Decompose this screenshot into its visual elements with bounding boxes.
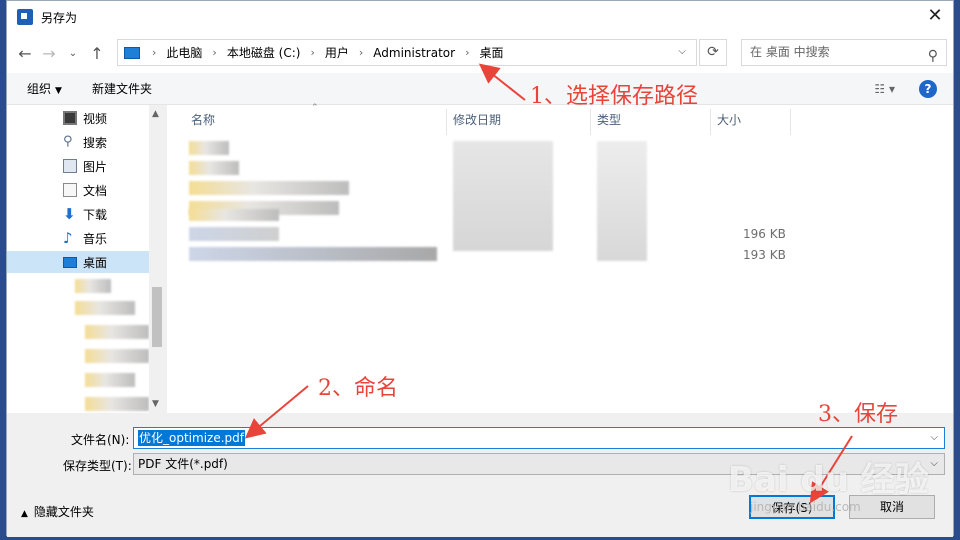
breadcrumb-users[interactable]: 用户 <box>325 44 349 61</box>
column-header-name[interactable]: 名称 <box>185 109 447 135</box>
blurred-item <box>85 373 135 387</box>
new-folder-button[interactable]: 新建文件夹 <box>92 80 152 97</box>
chevron-down-icon[interactable]: ⌵ <box>930 454 938 474</box>
close-icon[interactable]: ✕ <box>925 7 945 27</box>
annotation-step1: 1、选择保存路径 <box>530 84 698 109</box>
title-bar: 另存为 ✕ <box>7 1 953 33</box>
app-icon <box>17 9 33 25</box>
help-icon[interactable]: ? <box>919 80 937 98</box>
navigation-bar: ← → ⌄ ↑ › 此电脑 › 本地磁盘 (C:) › 用户 › Adminis… <box>7 33 953 73</box>
desktop-icon <box>63 256 77 268</box>
blurred-file-row[interactable] <box>189 209 279 221</box>
toolbar: 组织 ▼ 新建文件夹 ☷ ▾ ? <box>7 73 953 105</box>
nav-item-videos[interactable]: 视频 <box>63 107 107 129</box>
search-placeholder: 在 桌面 中搜索 <box>750 45 830 59</box>
blurred-file-row[interactable] <box>189 161 239 175</box>
breadcrumb-desktop[interactable]: 桌面 <box>479 44 503 61</box>
view-options-icon[interactable]: ☷ ▾ <box>874 82 895 96</box>
blurred-file-row[interactable] <box>189 247 437 261</box>
file-size: 193 KB <box>743 248 786 262</box>
file-list: ⌃ 名称 修改日期 类型 大小 196 KB 193 KB <box>167 103 953 413</box>
nav-label: 图片 <box>83 159 108 174</box>
nav-label: 音乐 <box>83 231 108 246</box>
caret-down-icon: ▼ <box>55 86 62 96</box>
window-title: 另存为 <box>41 10 78 25</box>
filetype-value: PDF 文件(*.pdf) <box>138 457 228 471</box>
breadcrumb-this-pc[interactable]: 此电脑 <box>166 44 202 61</box>
scrollbar-thumb[interactable] <box>152 287 162 347</box>
filename-field[interactable]: 优化_optimize.pdf ⌵ <box>133 427 945 449</box>
nav-label: 下载 <box>83 207 108 222</box>
hide-folders-toggle[interactable]: ▲ 隐藏文件夹 <box>21 503 94 520</box>
hide-folders-label: 隐藏文件夹 <box>33 505 94 519</box>
chevron-down-icon[interactable]: ⌵ <box>930 428 938 448</box>
annotation-step3: 3、保存 <box>818 402 898 427</box>
search-icon[interactable]: ⚲ <box>928 44 938 69</box>
blurred-file-row[interactable] <box>189 227 279 241</box>
chevron-right-icon[interactable]: › <box>359 46 363 59</box>
chevron-right-icon[interactable]: › <box>152 46 156 59</box>
blurred-item <box>75 301 135 315</box>
blurred-item <box>85 397 149 411</box>
address-dropdown-icon[interactable]: ⌵ <box>678 46 686 57</box>
organize-label: 组织 <box>27 82 52 96</box>
blurred-item <box>85 325 149 339</box>
column-header-size[interactable]: 大小 <box>711 109 791 135</box>
nav-scrollbar[interactable]: ▲ ▼ <box>149 105 165 413</box>
chevron-right-icon[interactable]: › <box>212 46 216 59</box>
column-header-date[interactable]: 修改日期 <box>447 109 591 135</box>
computer-icon <box>124 46 140 59</box>
nav-label: 桌面 <box>83 255 108 270</box>
music-icon: ♪ <box>63 229 73 247</box>
blurred-type-column <box>597 141 647 261</box>
blurred-date-column <box>453 141 553 251</box>
scroll-down-icon[interactable]: ▼ <box>152 399 159 409</box>
nav-label: 文档 <box>83 183 108 198</box>
filename-value[interactable]: 优化_optimize.pdf <box>138 430 245 446</box>
download-icon: ⬇ <box>63 205 76 223</box>
nav-item-pictures[interactable]: 图片 <box>63 155 107 177</box>
chevron-right-icon[interactable]: › <box>310 46 314 59</box>
column-header-type[interactable]: 类型 <box>591 109 711 135</box>
nav-item-music[interactable]: ♪ 音乐 <box>63 227 107 249</box>
annotation-step2: 2、命名 <box>318 376 398 401</box>
breadcrumb-administrator[interactable]: Administrator <box>373 46 455 60</box>
search-icon: ⚲ <box>63 134 73 149</box>
nav-item-search[interactable]: ⚲ 搜索 <box>63 131 107 153</box>
nav-item-desktop[interactable]: 桌面 <box>7 251 149 273</box>
video-icon <box>63 111 77 125</box>
caret-up-icon: ▲ <box>21 509 28 519</box>
blurred-file-row[interactable] <box>189 141 229 155</box>
nav-label: 搜索 <box>83 135 108 150</box>
back-arrow-icon[interactable]: ← <box>13 44 37 63</box>
blurred-item <box>75 279 111 293</box>
picture-icon <box>63 159 77 173</box>
baidu-watermark: Bai du 经验 <box>728 460 929 500</box>
chevron-down-icon[interactable]: ⌄ <box>61 48 85 59</box>
refresh-button[interactable]: ⟳ <box>699 39 727 66</box>
filetype-label: 保存类型(T): <box>63 459 132 473</box>
scroll-up-icon[interactable]: ▲ <box>152 109 159 119</box>
organize-menu[interactable]: 组织 ▼ <box>27 80 62 97</box>
nav-item-documents[interactable]: 文档 <box>63 179 107 201</box>
nav-label: 视频 <box>83 111 108 126</box>
navigation-pane: 视频 ⚲ 搜索 图片 文档 ⬇ 下载 ♪ 音乐 桌面 ▲ ▼ <box>7 105 165 413</box>
address-bar[interactable]: › 此电脑 › 本地磁盘 (C:) › 用户 › Administrator ›… <box>117 39 697 66</box>
watermark-url: jingyan.baidu.com <box>750 500 861 514</box>
nav-item-downloads[interactable]: ⬇ 下载 <box>63 203 107 225</box>
chevron-right-icon[interactable]: › <box>465 46 469 59</box>
search-input[interactable]: 在 桌面 中搜索 ⚲ <box>741 39 947 66</box>
forward-arrow-icon[interactable]: → <box>37 44 61 63</box>
document-icon <box>63 183 77 197</box>
filename-label: 文件名(N): <box>71 433 130 447</box>
blurred-item <box>85 349 149 363</box>
breadcrumb-local-disk[interactable]: 本地磁盘 (C:) <box>227 44 301 61</box>
file-size: 196 KB <box>743 227 786 241</box>
blurred-file-row[interactable] <box>189 181 349 195</box>
up-arrow-icon[interactable]: ↑ <box>85 44 109 63</box>
